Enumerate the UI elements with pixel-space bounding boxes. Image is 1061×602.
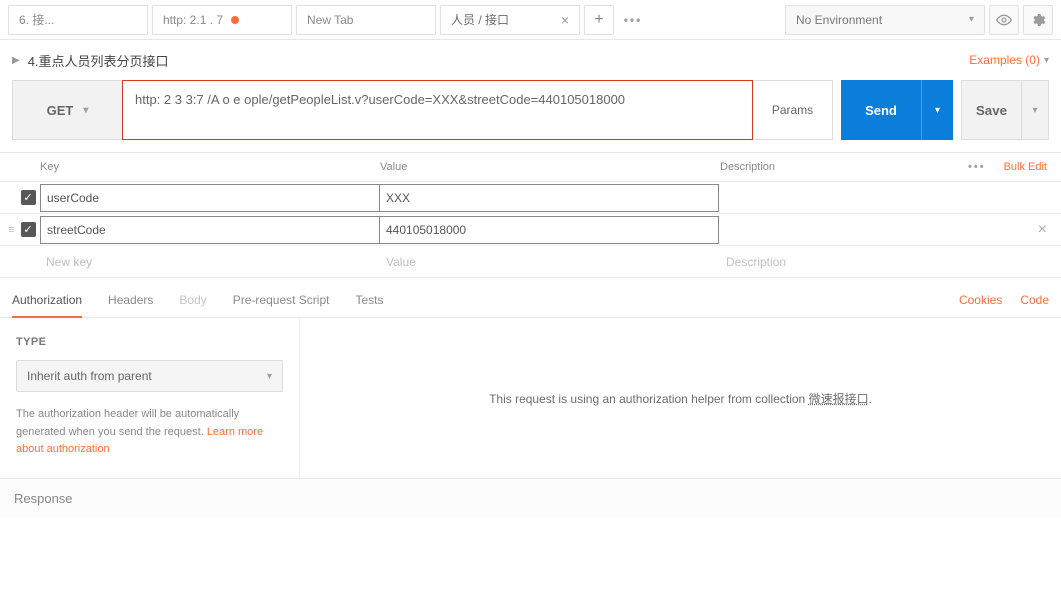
environment-preview-button[interactable] <box>989 5 1019 35</box>
param-value-input[interactable] <box>386 223 712 237</box>
unsaved-dot-icon <box>231 16 239 24</box>
auth-note: The authorization header will be automat… <box>16 406 283 459</box>
table-row[interactable]: ≡ ✓ × <box>0 214 1061 246</box>
params-table: Key Value Description ••• Bulk Edit ✓ ≡ … <box>0 152 1061 278</box>
auth-type-label: TYPE <box>16 336 283 348</box>
tab-0[interactable]: 6. 接... <box>8 5 148 35</box>
param-key-input[interactable] <box>47 191 373 205</box>
new-value-input[interactable]: Value <box>380 255 720 269</box>
chevron-down-icon: ▾ <box>83 105 88 116</box>
caret-down-icon: ▾ <box>1044 55 1049 66</box>
chevron-down-icon: ▾ <box>969 14 974 25</box>
close-icon[interactable]: × <box>561 13 569 27</box>
chevron-down-icon: ▾ <box>1032 105 1037 116</box>
expand-icon[interactable]: ▶ <box>12 55 20 66</box>
response-section-header[interactable]: Response <box>0 478 1061 518</box>
column-header-value: Value <box>380 161 720 173</box>
settings-button[interactable] <box>1023 5 1053 35</box>
column-header-description: Description <box>720 161 968 173</box>
tab-1[interactable]: http: 2.1 . 7 <box>152 5 292 35</box>
table-row-new[interactable]: New key Value Description <box>0 246 1061 278</box>
examples-dropdown[interactable]: Examples (0)▾ <box>969 53 1049 67</box>
send-dropdown[interactable]: ▾ <box>921 80 953 140</box>
bulk-edit-link[interactable]: Bulk Edit <box>1004 161 1047 173</box>
row-checkbox[interactable]: ✓ <box>21 222 36 237</box>
tab-tests[interactable]: Tests <box>355 282 383 317</box>
send-button[interactable]: Send <box>841 80 921 140</box>
auth-type-select[interactable]: Inherit auth from parent ▾ <box>16 360 283 392</box>
param-key-input[interactable] <box>47 223 373 237</box>
environment-select[interactable]: No Environment ▾ <box>785 5 985 35</box>
tab-overflow-button[interactable]: ••• <box>618 5 648 35</box>
params-button[interactable]: Params <box>753 80 833 140</box>
column-header-key: Key <box>40 161 380 173</box>
chevron-down-icon: ▾ <box>935 105 940 116</box>
collection-link[interactable]: 微速报接口 <box>809 392 869 406</box>
tab-headers[interactable]: Headers <box>108 282 153 317</box>
tab-prerequest[interactable]: Pre-request Script <box>233 282 330 317</box>
request-title: ▶ 4.重点人员列表分页接口 <box>12 51 169 70</box>
tabs-bar: 6. 接... http: 2.1 . 7 New Tab 人员 / 接口× +… <box>8 5 777 35</box>
auth-helper-message: This request is using an authorization h… <box>300 318 1061 478</box>
tab-3[interactable]: 人员 / 接口× <box>440 5 580 35</box>
url-input[interactable]: http: 2 3 3:7 /A o e ople/getPeopleList.… <box>122 80 753 140</box>
tab-authorization[interactable]: Authorization <box>12 282 82 317</box>
new-key-input[interactable]: New key <box>40 255 380 269</box>
save-button[interactable]: Save <box>961 80 1021 140</box>
tab-body[interactable]: Body <box>179 282 206 317</box>
param-value-input[interactable] <box>386 191 712 205</box>
row-checkbox[interactable]: ✓ <box>21 190 36 205</box>
cookies-link[interactable]: Cookies <box>959 293 1002 307</box>
tab-2[interactable]: New Tab <box>296 5 436 35</box>
table-row[interactable]: ✓ <box>0 182 1061 214</box>
environment-label: No Environment <box>796 13 882 27</box>
save-dropdown[interactable]: ▾ <box>1021 80 1049 140</box>
code-link[interactable]: Code <box>1020 293 1049 307</box>
add-tab-button[interactable]: + <box>584 5 614 35</box>
eye-icon <box>996 12 1012 28</box>
new-description-input[interactable]: Description <box>720 255 1061 269</box>
chevron-down-icon: ▾ <box>267 371 272 382</box>
columns-options-button[interactable]: ••• <box>968 161 986 173</box>
http-method-select[interactable]: GET▾ <box>12 80 122 140</box>
drag-handle-icon[interactable]: ≡ <box>6 224 16 236</box>
gear-icon <box>1030 12 1046 28</box>
delete-row-button[interactable]: × <box>1038 221 1047 239</box>
